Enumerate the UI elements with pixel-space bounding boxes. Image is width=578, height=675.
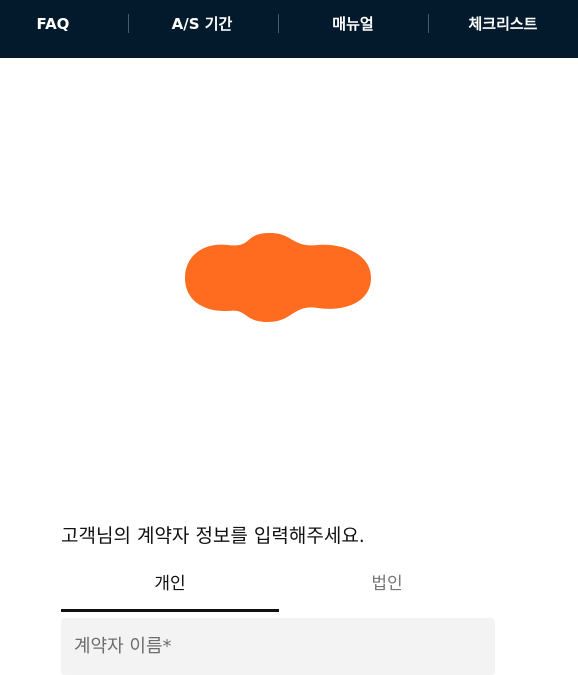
orange-blob-illustration <box>185 232 371 322</box>
nav-manual-link[interactable]: 매뉴얼 <box>303 0 403 48</box>
contract-info-instruction: 고객님의 계약자 정보를 입력해주세요. <box>61 525 365 547</box>
nav-faq-link[interactable]: FAQ <box>14 0 92 48</box>
nav-divider <box>428 14 429 33</box>
top-navigation: FAQ A/S 기간 매뉴얼 체크리스트 <box>0 0 578 58</box>
active-tab-indicator <box>61 609 279 612</box>
nav-divider <box>128 14 129 33</box>
nav-as-period-link[interactable]: A/S 기간 <box>152 0 252 48</box>
contractor-name-input[interactable] <box>74 618 484 675</box>
tab-individual[interactable]: 개인 <box>61 569 279 599</box>
contractor-name-field <box>61 618 495 675</box>
nav-divider <box>278 14 279 33</box>
nav-checklist-link[interactable]: 체크리스트 <box>453 0 553 48</box>
tab-corporate[interactable]: 법인 <box>279 569 495 599</box>
